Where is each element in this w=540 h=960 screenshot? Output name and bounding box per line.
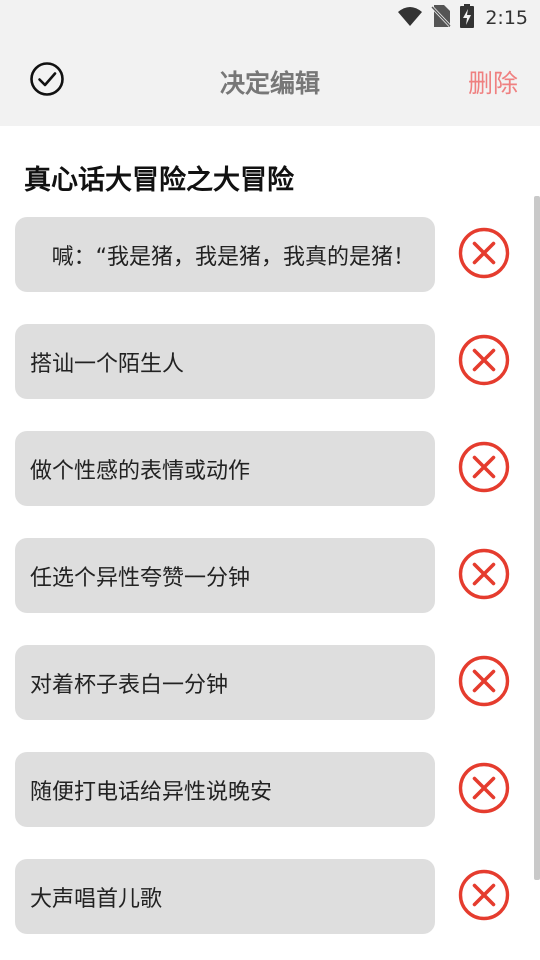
close-circle-icon: [457, 547, 511, 605]
item-text: 任选个异性夸赞一分钟: [30, 566, 251, 591]
battery-charging-icon: [459, 4, 475, 32]
status-time: 2:15: [485, 7, 528, 29]
item-text: 对着杯子表白一分钟: [30, 673, 229, 698]
close-circle-icon: [457, 761, 511, 819]
close-circle-icon: [457, 333, 511, 391]
list-item: 任选个异性夸赞一分钟: [0, 538, 534, 613]
wifi-icon: [397, 5, 423, 31]
remove-item-button[interactable]: [456, 655, 512, 711]
item-card[interactable]: 随便打电话给异性说晚安: [15, 752, 435, 827]
list-item: 搭讪一个陌生人: [0, 324, 534, 399]
list-item: 做个性感的表情或动作: [0, 431, 534, 506]
list-item: 随便打电话给异性说晚安: [0, 752, 534, 827]
item-text: 搭讪一个陌生人: [30, 352, 185, 377]
section-title: 真心话大冒险之大冒险: [24, 165, 294, 196]
item-text: 喊：“我是猪，我是猪，我真的是猪！: [51, 245, 415, 270]
item-card[interactable]: 对着杯子表白一分钟: [15, 645, 435, 720]
item-card[interactable]: 大声唱首儿歌: [15, 859, 435, 934]
item-card[interactable]: 任选个异性夸赞一分钟: [15, 538, 435, 613]
item-text: 随便打电话给异性说晚安: [30, 780, 273, 805]
scrollbar[interactable]: [534, 196, 540, 880]
item-card[interactable]: 喊：“我是猪，我是猪，我真的是猪！: [15, 217, 435, 292]
list-item: 对着杯子表白一分钟: [0, 645, 534, 720]
item-card[interactable]: 做个性感的表情或动作: [15, 431, 435, 506]
remove-item-button[interactable]: [456, 227, 512, 283]
item-text: 大声唱首儿歌: [30, 887, 163, 912]
close-circle-icon: [457, 654, 511, 712]
close-circle-icon: [457, 226, 511, 284]
item-text: 做个性感的表情或动作: [30, 459, 251, 484]
close-circle-icon: [457, 440, 511, 498]
close-circle-icon: [457, 868, 511, 926]
item-card[interactable]: 搭讪一个陌生人: [15, 324, 435, 399]
list-item: 喊：“我是猪，我是猪，我真的是猪！: [0, 217, 534, 292]
delete-button[interactable]: 删除: [468, 64, 518, 100]
status-icons: 2:15: [397, 4, 528, 32]
list-item: 大声唱首儿歌: [0, 859, 534, 934]
remove-item-button[interactable]: [456, 869, 512, 925]
page-title: 决定编辑: [219, 69, 320, 98]
remove-item-button[interactable]: [456, 334, 512, 390]
remove-item-button[interactable]: [456, 548, 512, 604]
status-bar: 2:15: [0, 0, 540, 36]
no-sim-icon: [431, 4, 452, 32]
app-bar: 决定编辑 删除: [0, 36, 540, 126]
remove-item-button[interactable]: [456, 762, 512, 818]
remove-item-button[interactable]: [456, 441, 512, 497]
